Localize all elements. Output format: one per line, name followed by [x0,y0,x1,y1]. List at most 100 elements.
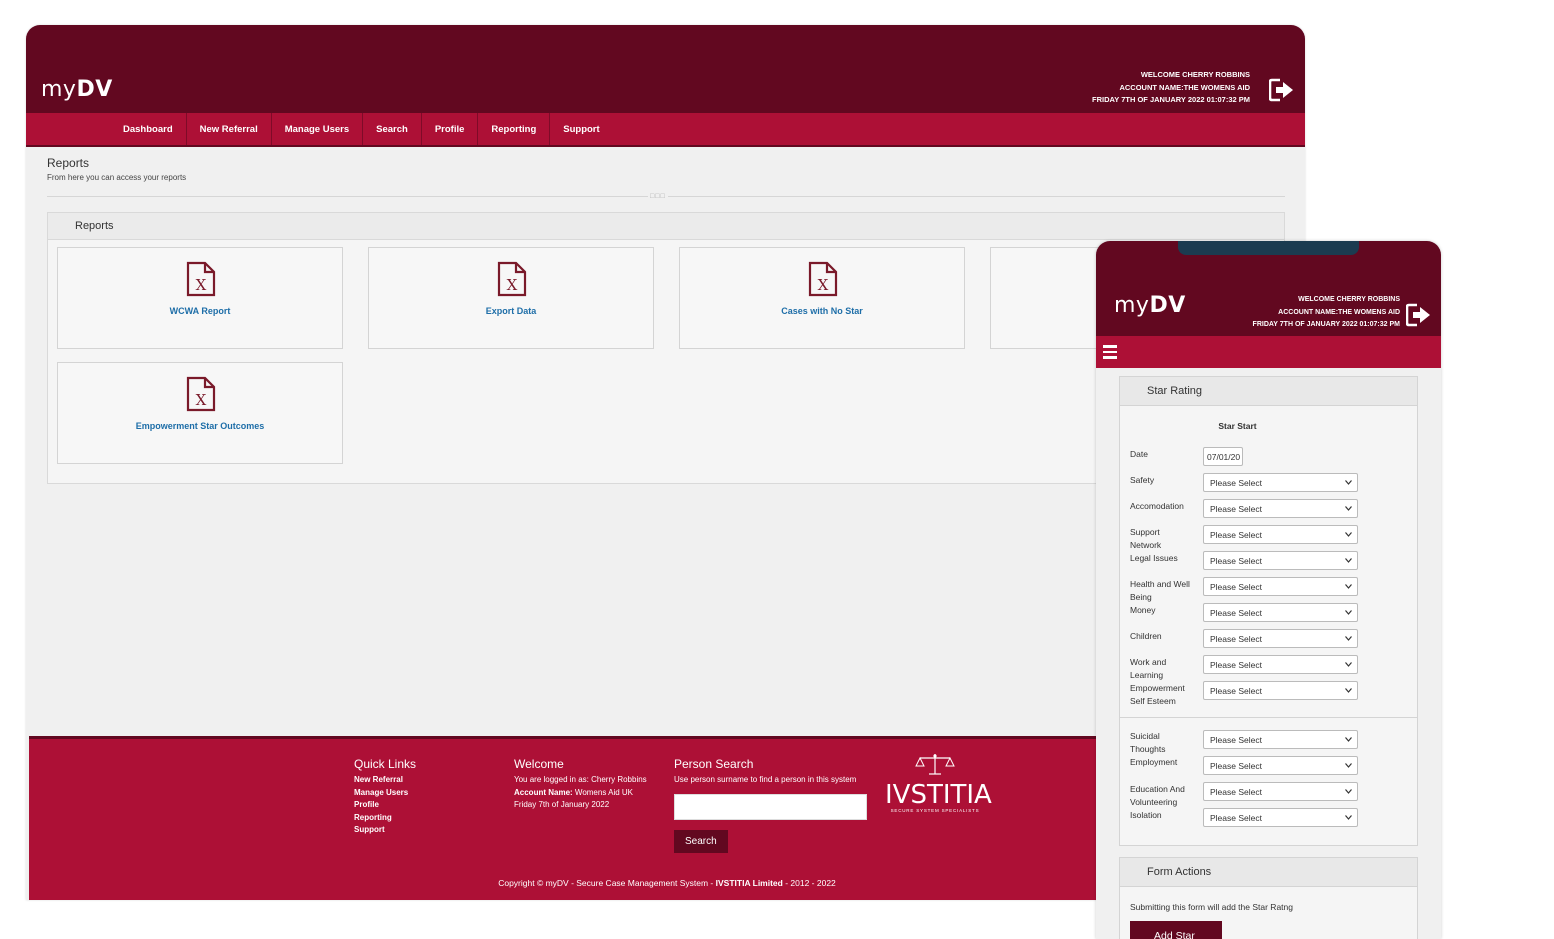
nav-reporting[interactable]: Reporting [478,113,551,145]
select-safety[interactable]: Please Select [1203,473,1358,492]
form-actions-text: Submitting this form will add the Star R… [1130,902,1293,912]
star-start-heading: Star Start [1218,421,1257,431]
footer-link-new-referral[interactable]: New Referral [354,774,416,787]
select-education[interactable]: Please Select [1203,782,1358,801]
tile-label: WCWA Report [169,306,231,316]
footer-link-support[interactable]: Support [354,824,416,837]
section-divider [1120,717,1417,718]
collapse-handle[interactable]: □□□ [648,193,668,200]
person-search-hint: Use person surname to find a person in t… [674,775,857,784]
select-health[interactable]: Please Select [1203,577,1358,596]
ivstitia-tagline: SECURE SYSTEM SPECIALISTS [890,808,980,813]
select-empowerment[interactable]: Please Select [1203,681,1358,700]
report-tile-empowerment[interactable]: X Empowerment Star Outcomes [57,362,343,464]
ivstitia-wordmark: IVSTITIA [885,780,992,810]
chevron-down-icon [1345,532,1352,537]
datetime: FRIDAY 7TH OF JANUARY 2022 01:07:32 PM [1252,321,1400,328]
star-rating-title: Star Rating [1120,377,1417,406]
logout-icon[interactable] [1405,303,1432,327]
person-search-input[interactable] [674,793,867,820]
report-tile-no-star[interactable]: X Cases with No Star [679,247,965,349]
select-accomodation[interactable]: Please Select [1203,499,1358,518]
nav-new-referral[interactable]: New Referral [187,113,272,145]
account-name: ACCOUNT NAME:THE WOMENS AID [1119,82,1250,92]
footer-link-reporting[interactable]: Reporting [354,812,416,825]
tile-label: Cases with No Star [781,306,863,316]
ivstitia-logo: IVSTITIA SECURE SYSTEM SPECIALISTS [885,753,992,813]
welcome-text: WELCOME CHERRY ROBBINS [1140,70,1250,79]
footer-welcome-title: Welcome [514,757,564,771]
page-subtitle: From here you can access your reports [47,173,187,182]
person-search-title: Person Search [674,757,754,771]
hamburger-menu-icon[interactable] [1103,345,1117,362]
select-employment[interactable]: Please Select [1203,756,1358,775]
nav-support[interactable]: Support [550,113,612,145]
footer-link-manage-users[interactable]: Manage Users [354,787,416,800]
phone-notch [1178,241,1359,255]
scales-icon [915,754,955,775]
excel-file-icon: X [808,261,838,297]
user-info: WELCOME CHERRY ROBBINS ACCOUNT NAME:THE … [1253,294,1400,332]
nav-dashboard[interactable]: Dashboard [110,113,187,145]
date-input[interactable]: 07/01/20 [1203,447,1243,466]
mobile-nav [1096,336,1441,368]
field-label-health: Health and Well Being [1130,579,1190,602]
field-label-self-esteem: Self Esteem [1130,696,1176,706]
logout-icon[interactable] [1268,78,1295,102]
field-label-empowerment: Empowerment [1130,683,1185,693]
chevron-down-icon [1345,480,1352,485]
quick-links: Quick Links New Referral Manage Users Pr… [354,757,416,837]
search-button[interactable]: Search [674,829,728,853]
select-isolation[interactable]: Please Select [1203,808,1358,827]
select-work[interactable]: Please Select [1203,655,1358,674]
select-money[interactable]: Please Select [1203,603,1358,622]
field-label-isolation: Isolation [1130,810,1162,820]
account-line: Account Name: Womens Aid UK [514,787,634,797]
chevron-down-icon [1345,688,1352,693]
field-label-suicidal: Suicidal Thoughts [1130,731,1166,754]
nav-profile[interactable]: Profile [422,113,479,145]
tile-label: Empowerment Star Outcomes [135,421,265,431]
svg-text:X: X [507,276,518,294]
svg-text:X: X [818,276,829,294]
mydv-logo[interactable]: myDV [1114,293,1186,318]
datetime: FRIDAY 7TH OF JANUARY 2022 01:07:32 PM [1092,95,1250,104]
mydv-logo[interactable]: myDV [41,77,113,102]
nav-search[interactable]: Search [363,113,422,145]
add-star-button[interactable]: Add Star [1130,921,1222,939]
nav-manage-users[interactable]: Manage Users [272,113,364,145]
chevron-down-icon [1345,763,1352,768]
chevron-down-icon [1345,662,1352,667]
chevron-down-icon [1345,610,1352,615]
report-tile-wcwa[interactable]: X WCWA Report [57,247,343,349]
select-legal-issues[interactable]: Please Select [1203,551,1358,570]
field-label-legal-issues: Legal Issues [1130,553,1178,563]
logged-in-text: You are logged in as: Cherry Robbins [514,775,647,784]
select-support-network[interactable]: Please Select [1203,525,1358,544]
user-info: WELCOME CHERRY ROBBINS ACCOUNT NAME:THE … [1092,69,1250,107]
field-label-work: Work and Learning [1130,657,1167,680]
mobile-window: myDV WELCOME CHERRY ROBBINS ACCOUNT NAME… [1096,241,1441,939]
field-label-education: Education And Volunteering [1130,784,1185,807]
tile-label: Export Data [485,306,537,316]
form-actions-panel: Form Actions Submitting this form will a… [1119,857,1418,939]
field-label-money: Money [1130,605,1156,615]
select-children[interactable]: Please Select [1203,629,1358,648]
account-name: ACCOUNT NAME:THE WOMENS AID [1278,308,1400,316]
chevron-down-icon [1345,558,1352,563]
chevron-down-icon [1345,636,1352,641]
chevron-down-icon [1345,815,1352,820]
person-search: Person Search Use person surname to find… [674,757,867,853]
footer-link-profile[interactable]: Profile [354,799,416,812]
form-actions-title: Form Actions [1120,858,1417,887]
field-label-employment: Employment [1130,757,1178,767]
welcome-text: WELCOME CHERRY ROBBINS [1298,296,1400,303]
field-label-support-network: Support Network [1130,527,1162,550]
main-nav: Dashboard New Referral Manage Users Sear… [26,113,1305,147]
select-suicidal[interactable]: Please Select [1203,730,1358,749]
excel-file-icon: X [497,261,527,297]
mobile-header: myDV WELCOME CHERRY ROBBINS ACCOUNT NAME… [1096,241,1441,336]
report-tile-export[interactable]: X Export Data [368,247,654,349]
field-label-children: Children [1130,631,1162,641]
footer-welcome: Welcome You are logged in as: Cherry Rob… [514,757,647,812]
